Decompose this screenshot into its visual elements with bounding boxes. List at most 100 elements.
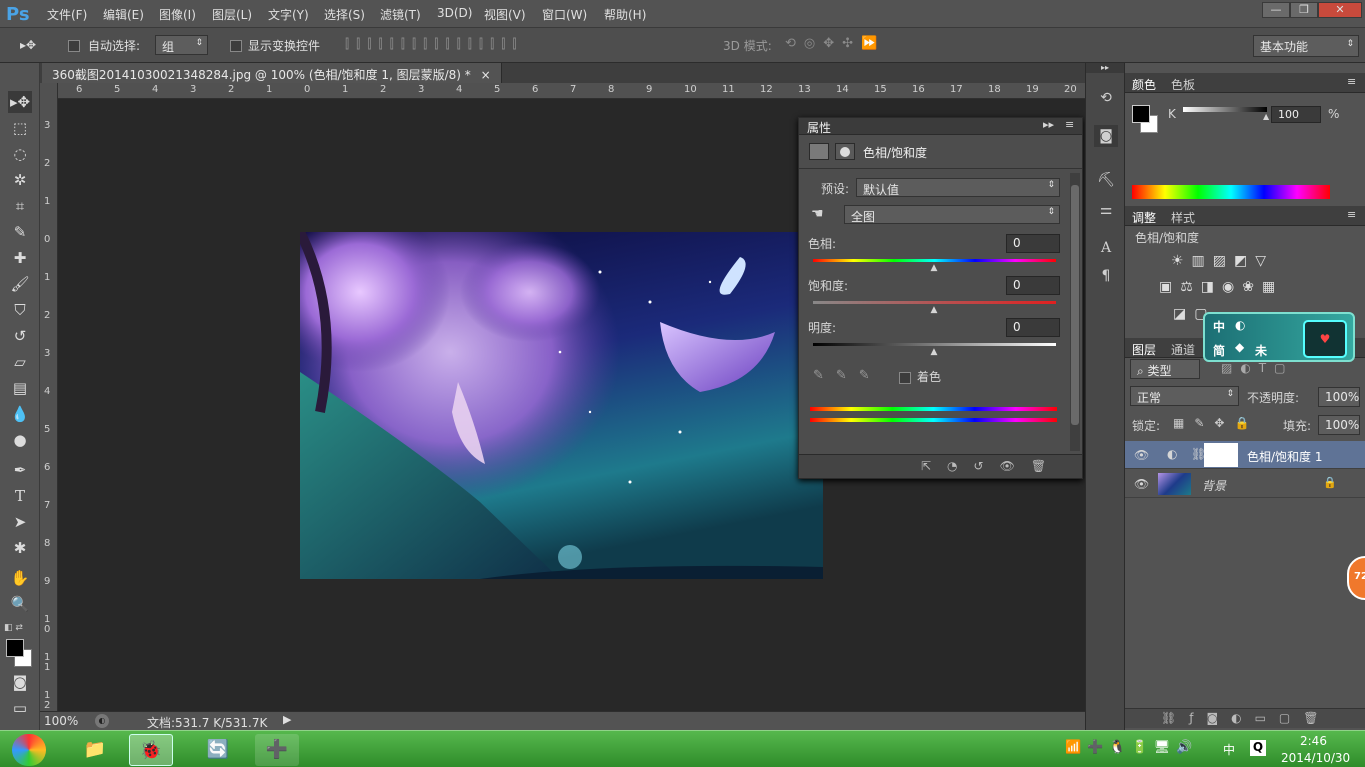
color-fg-swatch[interactable] (1132, 105, 1150, 123)
adjustment-icons-row1[interactable]: ☀▥▨◩▽ (1171, 253, 1274, 269)
visibility-eye-icon[interactable]: 👁 (1134, 477, 1149, 491)
zoom-tool-icon[interactable]: 🔍 (8, 593, 32, 615)
auto-select-checkbox[interactable] (68, 38, 80, 52)
adjustment-icons-row2[interactable]: ▣⚖◨◉❀▦ (1159, 279, 1283, 295)
layer-filter-dropdown[interactable]: ⌕ 类型 (1130, 359, 1200, 379)
k-slider-track[interactable] (1183, 107, 1267, 112)
tab-color[interactable]: 颜色 (1132, 76, 1156, 93)
preset-dropdown[interactable]: 默认值 ⇕ (856, 178, 1060, 197)
lightness-track[interactable] (813, 343, 1056, 346)
photoshop-task-icon[interactable]: 🐞 (129, 734, 173, 766)
start-button-icon[interactable] (12, 734, 46, 766)
path-select-icon[interactable]: ➤ (8, 511, 32, 533)
document-tab[interactable]: 360截图20141030021348284.jpg @ 100% (色相/饱和… (42, 63, 502, 83)
properties-header[interactable]: 属性 ▸▸ ≡ (799, 118, 1082, 135)
tab-close-icon[interactable]: × (481, 68, 491, 82)
tab-channels[interactable]: 通道 (1171, 341, 1195, 358)
tray-icons[interactable]: 📶➕🐧🔋🖥🔊 (1065, 740, 1198, 755)
eraser-tool-icon[interactable]: ▱ (8, 351, 32, 373)
auto-select-dropdown[interactable]: 组 ⇕ (155, 35, 208, 55)
type-tool-icon[interactable]: T (8, 485, 32, 507)
background-thumbnail[interactable] (1158, 473, 1191, 495)
hue-track[interactable] (813, 259, 1056, 262)
filter-icons[interactable]: ▨◐T▢ (1221, 361, 1293, 375)
history-icon[interactable]: ⟲ (1094, 87, 1118, 109)
status-menu-arrow-icon[interactable]: ▶ (283, 713, 291, 726)
file-explorer-icon[interactable]: 📁 (73, 734, 117, 766)
saturation-field[interactable]: 0 (1006, 276, 1060, 295)
ime-diamond-icon[interactable]: ◆ (1235, 340, 1244, 354)
k-value-field[interactable]: 100 (1271, 106, 1321, 123)
menu-file[interactable]: 文件(F) (47, 6, 87, 23)
security-app-icon[interactable]: ➕ (255, 734, 299, 766)
history-brush-icon[interactable]: ↺ (8, 325, 32, 347)
layer-row-background[interactable]: 👁 背景 🔒 (1125, 470, 1365, 498)
eyedropper-tool-icon[interactable]: ✎ (8, 221, 32, 243)
blend-mode-dropdown[interactable]: 正常 ⇕ (1130, 386, 1239, 406)
paragraph-icon[interactable]: ¶ (1094, 265, 1118, 287)
menu-edit[interactable]: 编辑(E) (103, 6, 144, 23)
tab-swatches[interactable]: 色板 (1171, 76, 1195, 93)
zoom-level[interactable]: 100% (44, 714, 78, 728)
close-button[interactable]: ✕ (1318, 2, 1362, 18)
hue-field[interactable]: 0 (1006, 234, 1060, 253)
layers-footer-icons[interactable]: ⛓ƒ◙◐▭▢🗑 (1161, 711, 1331, 725)
align-buttons[interactable]: ⫿⫿⫿⫿⫿⫿⫿⫿⫿⫿⫿⫿⫿⫿⫿⫿ (345, 37, 524, 52)
ime-moon-icon[interactable]: ◐ (1235, 318, 1245, 332)
properties-icon[interactable]: ◙ (1094, 125, 1118, 147)
layer-row-adjustment[interactable]: 👁 ◐ ⛓ 色相/饱和度 1 (1125, 441, 1365, 469)
tab-layers[interactable]: 图层 (1132, 341, 1156, 358)
3d-mode-icons[interactable]: ⟲◎✥✣⏩ (785, 36, 885, 51)
properties-scrollbar[interactable] (1070, 173, 1080, 451)
lightness-slider-thumb[interactable]: ▲ (931, 347, 938, 357)
colorize-checkbox[interactable] (899, 370, 911, 384)
foreground-color-swatch[interactable] (6, 639, 24, 657)
stamp-tool-icon[interactable]: ⛉ (8, 299, 32, 321)
tray-q-icon[interactable]: Q (1250, 740, 1266, 756)
marquee-tool-icon[interactable]: ⬚ (8, 117, 32, 139)
ime-toolbar[interactable]: 中 ◐ 简 ◆ 未 ♥ (1203, 312, 1355, 362)
eyedropper-icons[interactable]: ✎✎✎ (813, 368, 882, 383)
ime-heart-icon[interactable]: ♥ (1303, 320, 1347, 358)
layer-name[interactable]: 色相/饱和度 1 (1247, 448, 1323, 465)
menu-layer[interactable]: 图层(L) (212, 6, 252, 23)
menu-image[interactable]: 图像(I) (159, 6, 196, 23)
tool-presets-icon[interactable]: ⚌ (1094, 199, 1118, 221)
quick-mask-icon[interactable]: ◙ (8, 671, 32, 693)
tab-styles[interactable]: 样式 (1171, 209, 1195, 226)
layer-mask-thumbnail[interactable] (1204, 443, 1238, 467)
restore-button[interactable]: ❐ (1290, 2, 1318, 18)
menu-window[interactable]: 窗口(W) (542, 6, 587, 23)
lasso-tool-icon[interactable]: ◌ (8, 143, 32, 165)
menu-select[interactable]: 选择(S) (324, 6, 365, 23)
refresh-app-icon[interactable]: 🔄 (196, 734, 240, 766)
dodge-tool-icon[interactable]: ● (8, 429, 32, 451)
hand-tool-icon[interactable]: ✋ (8, 567, 32, 589)
brush-presets-icon[interactable]: ⛏ (1094, 169, 1118, 191)
vertical-ruler[interactable]: 32101234567891 01 11 2 (40, 83, 58, 711)
visibility-eye-icon[interactable]: 👁 (1134, 448, 1149, 462)
menu-filter[interactable]: 滤镜(T) (380, 6, 421, 23)
clock-date[interactable]: 2014/10/30 (1281, 751, 1350, 765)
screen-mode-icon[interactable]: ▭ (8, 697, 32, 719)
collapse-icon[interactable]: ▸▸ (1043, 118, 1054, 131)
color-spectrum[interactable] (1132, 185, 1330, 199)
shape-tool-icon[interactable]: ✱ (8, 537, 32, 559)
panel-menu-icon[interactable]: ≡ (1347, 75, 1356, 88)
menu-3d[interactable]: 3D(D) (437, 6, 472, 20)
fill-field[interactable]: 100% (1318, 415, 1360, 435)
move-tool-preset-icon[interactable]: ▸✥ (20, 37, 36, 53)
lock-icons[interactable]: ▦✎✥🔒 (1173, 416, 1259, 430)
k-slider-thumb[interactable]: ▲ (1263, 112, 1269, 121)
tray-language[interactable]: 中 (1223, 741, 1235, 758)
lightness-field[interactable]: 0 (1006, 318, 1060, 337)
hue-slider-thumb[interactable]: ▲ (931, 263, 938, 273)
move-tool-icon[interactable]: ▸✥ (8, 91, 32, 113)
canvas-image[interactable] (300, 232, 823, 579)
default-colors-icon[interactable]: ◧ ⇄ (4, 623, 23, 633)
status-info-icon[interactable]: ◐ (95, 714, 109, 728)
targeted-adjust-hand-icon[interactable]: ☚ (811, 206, 824, 222)
healing-brush-icon[interactable]: ✚ (8, 247, 32, 269)
ime-mode[interactable]: 未 (1255, 342, 1267, 359)
blur-tool-icon[interactable]: 💧 (8, 403, 32, 425)
